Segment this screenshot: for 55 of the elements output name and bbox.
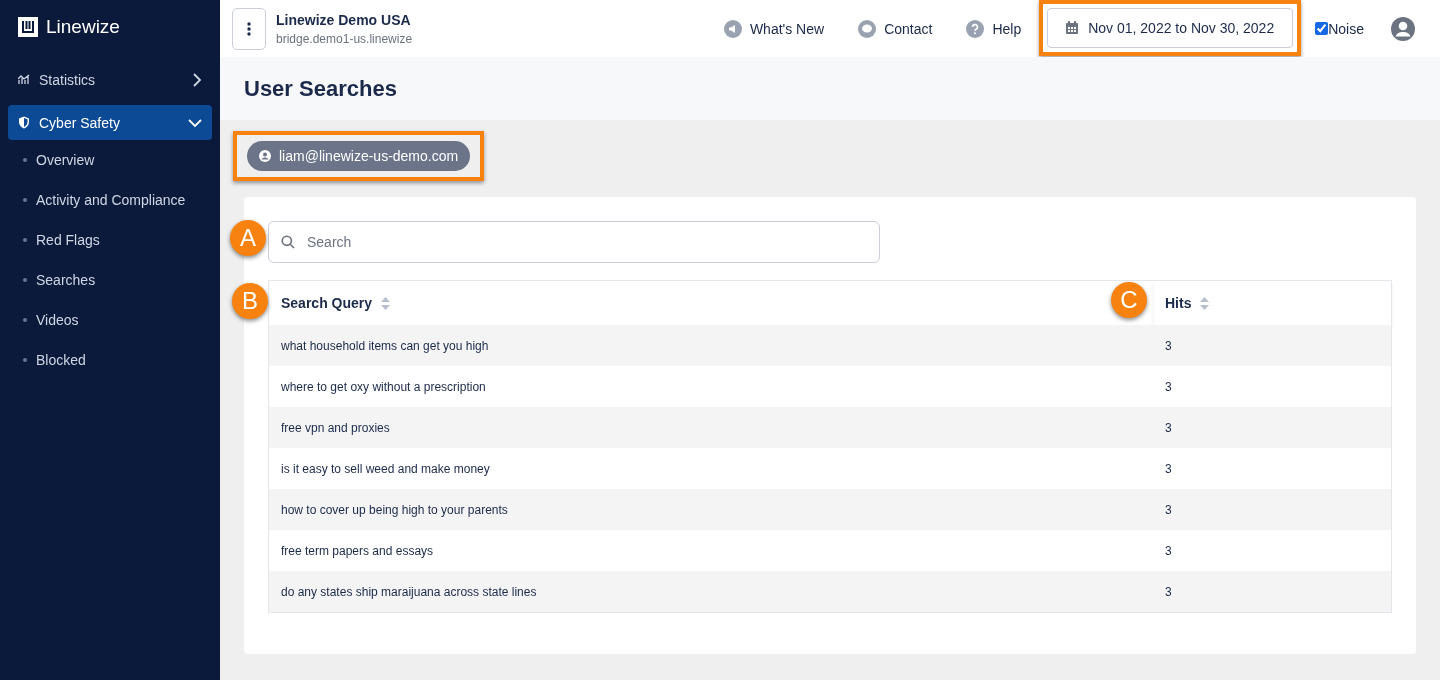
menu-button[interactable]	[232, 7, 266, 50]
user-icon	[259, 150, 271, 162]
sidebar-item[interactable]: Overview	[0, 140, 220, 180]
table-cell: 3	[1165, 420, 1172, 435]
avatar-icon[interactable]	[1391, 16, 1415, 41]
table-cell: do any states ship maraijuana across state lines	[281, 584, 537, 599]
sidebar-section[interactable]: Statistics	[8, 62, 212, 97]
page-title: User Searches	[220, 57, 1440, 120]
table-cell: how to cover up being high to your parents	[281, 502, 508, 517]
search-field[interactable]: Search	[268, 221, 880, 263]
column-header[interactable]: Search Query	[281, 295, 373, 311]
help-icon	[966, 19, 985, 38]
sidebar-item[interactable]: Searches	[0, 260, 220, 300]
search-icon	[281, 235, 295, 249]
table-cell: free vpn and proxies	[281, 420, 390, 435]
table-cell: 3	[1165, 502, 1172, 517]
more-vertical-icon	[247, 21, 251, 36]
sort-icon[interactable]	[1200, 296, 1210, 310]
table-cell: 3	[1165, 461, 1172, 476]
sidebar-item[interactable]: Blocked	[0, 340, 220, 380]
sidebar-item[interactable]: Activity and Compliance	[0, 180, 220, 220]
table-cell: what household items can get you high	[281, 338, 489, 353]
table-cell: 3	[1165, 379, 1172, 394]
table-cell: free term papers and essays	[281, 543, 434, 558]
chevron-down-icon	[188, 117, 202, 128]
noise-label: Noise	[1328, 20, 1364, 37]
organization-name: Linewize Demo USA	[276, 11, 412, 28]
header-link[interactable]: What's New	[723, 19, 825, 38]
sort-icon[interactable]	[381, 296, 391, 310]
header-link[interactable]: Help	[966, 19, 1022, 38]
sidebar-item[interactable]: Red Flags	[0, 220, 220, 260]
chevron-right-icon	[192, 72, 202, 87]
annotation-marker: A	[230, 220, 266, 256]
column-header[interactable]: Hits	[1165, 295, 1192, 311]
table-cell: 3	[1165, 584, 1172, 599]
shield-icon	[18, 116, 30, 129]
megaphone-icon	[723, 19, 742, 38]
table-cell: where to get oxy without a prescription	[281, 379, 486, 394]
logo-text: Linewize	[46, 16, 120, 38]
chart-icon	[18, 74, 30, 85]
chat-bubble-icon	[858, 19, 877, 38]
user-chip: liam@linewize-us-demo.com	[247, 141, 471, 171]
table-cell: 3	[1165, 338, 1172, 353]
sidebar-item[interactable]: Videos	[0, 300, 220, 340]
table-cell: 3	[1165, 543, 1172, 558]
annotation-marker: C	[1111, 282, 1147, 318]
annotation-marker: B	[232, 283, 268, 319]
date-range-button[interactable]: Nov 01, 2022 to Nov 30, 2022	[1047, 7, 1294, 48]
header-link[interactable]: Contact	[858, 19, 933, 38]
calendar-icon	[1066, 21, 1079, 34]
host-name: bridge.demo1-us.linewize	[276, 31, 413, 46]
noise-checkbox[interactable]	[1315, 22, 1329, 35]
logo-icon	[18, 17, 38, 37]
table-cell: is it easy to sell weed and make money	[281, 461, 490, 476]
sidebar-section[interactable]: Cyber Safety	[8, 105, 212, 140]
